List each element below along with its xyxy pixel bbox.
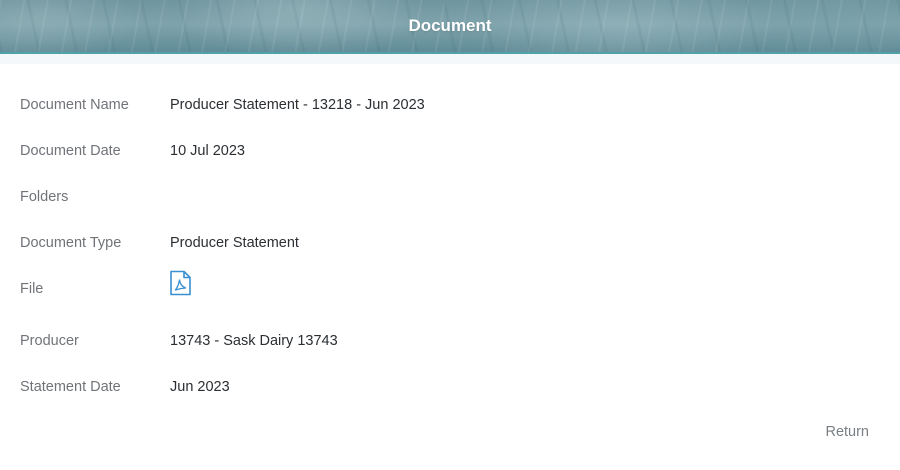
field-value: Jun 2023 (170, 379, 230, 395)
pdf-file-icon[interactable] (169, 270, 192, 296)
page-title: Document (408, 16, 492, 35)
field-value: Producer Statement (170, 235, 299, 251)
field-value: 13743 - Sask Dairy 13743 (170, 333, 338, 349)
field-row-document-name: Document Name Producer Statement - 13218… (0, 97, 900, 121)
field-label: File (20, 281, 44, 297)
field-label: Folders (20, 189, 69, 205)
field-row-folders: Folders (0, 189, 900, 213)
field-value: 10 Jul 2023 (170, 143, 245, 159)
field-label: Statement Date (20, 379, 121, 395)
field-label: Producer (20, 333, 79, 349)
field-row-document-type: Document Type Producer Statement (0, 235, 900, 259)
field-label: Document Name (20, 97, 129, 113)
field-label: Document Type (20, 235, 122, 251)
field-label: Document Date (20, 143, 121, 159)
field-row-document-date: Document Date 10 Jul 2023 (0, 143, 900, 167)
field-value: Producer Statement - 13218 - Jun 2023 (170, 97, 425, 113)
field-row-file: File (0, 270, 900, 305)
field-row-statement-date: Statement Date Jun 2023 (0, 379, 900, 403)
header-sub-band (0, 54, 900, 64)
header-accent-line (0, 52, 900, 54)
page-header: Document (0, 0, 900, 54)
return-link[interactable]: Return (825, 424, 869, 440)
field-row-producer: Producer 13743 - Sask Dairy 13743 (0, 333, 900, 357)
